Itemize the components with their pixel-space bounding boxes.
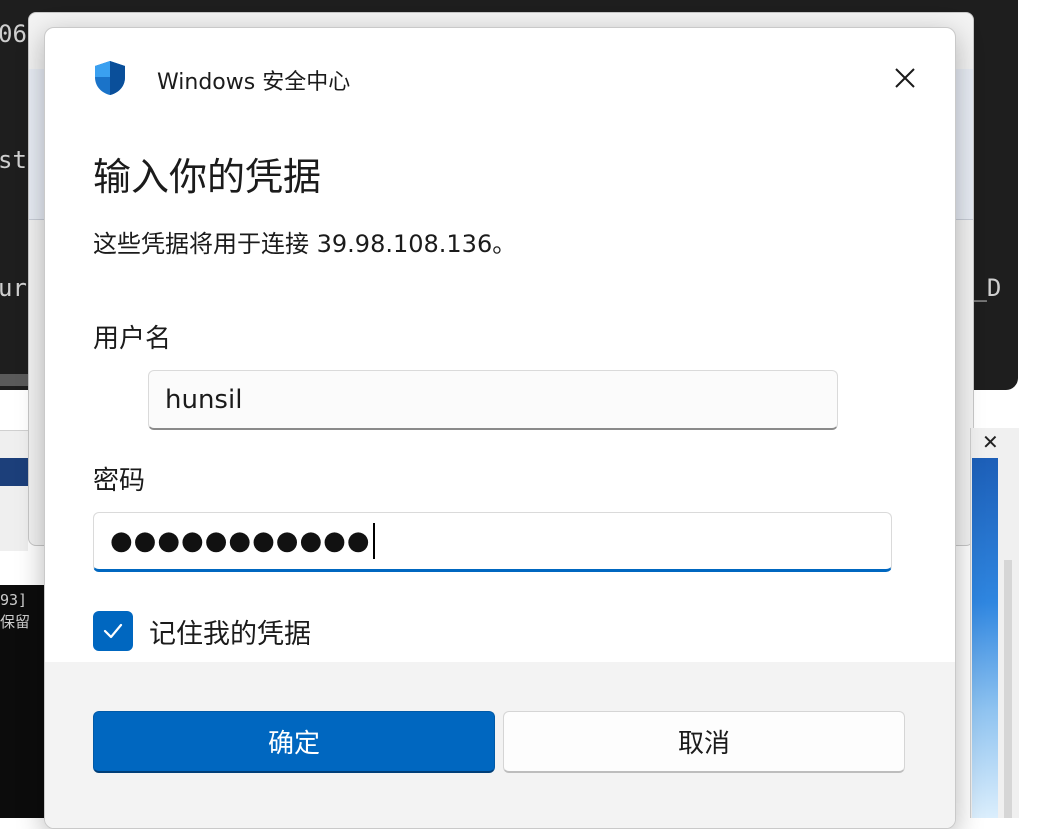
password-label: 密码 (93, 466, 146, 496)
terminal-scrollbar[interactable] (0, 374, 30, 386)
console-line: 保留 (0, 613, 31, 631)
close-button[interactable] (885, 58, 925, 98)
password-field[interactable]: ●●●●●●●●●●● (93, 512, 892, 572)
background-right-wallpaper (972, 458, 998, 818)
dialog-heading: 输入你的凭据 (93, 155, 322, 199)
background-panel (0, 430, 28, 551)
background-right-scrollbar[interactable] (1004, 560, 1012, 818)
background-console: 93] 保留 (0, 585, 46, 818)
username-value: hunsil (165, 384, 243, 415)
console-line: 93] (0, 591, 28, 609)
dialog-footer: 确定 取消 (45, 662, 955, 828)
shield-icon (95, 61, 125, 95)
cancel-button[interactable]: 取消 (503, 711, 905, 773)
remember-credentials-label[interactable]: 记住我的凭据 (149, 612, 311, 651)
credential-dialog: Windows 安全中心 输入你的凭据 这些凭据将用于连接 39.98.108.… (44, 27, 956, 829)
remember-credentials-checkbox[interactable] (93, 611, 133, 651)
close-icon (895, 68, 915, 88)
text-caret (372, 523, 375, 559)
background-titlebar (0, 458, 28, 486)
username-label: 用户名 (93, 324, 172, 354)
dialog-description: 这些凭据将用于连接 39.98.108.136。 (93, 230, 517, 258)
username-field[interactable]: hunsil (148, 370, 838, 430)
app-title: Windows 安全中心 (157, 70, 351, 95)
ok-button[interactable]: 确定 (93, 711, 495, 773)
checkmark-icon (103, 623, 123, 639)
password-mask: ●●●●●●●●●●● (110, 526, 371, 556)
close-icon[interactable]: ✕ (982, 430, 999, 454)
